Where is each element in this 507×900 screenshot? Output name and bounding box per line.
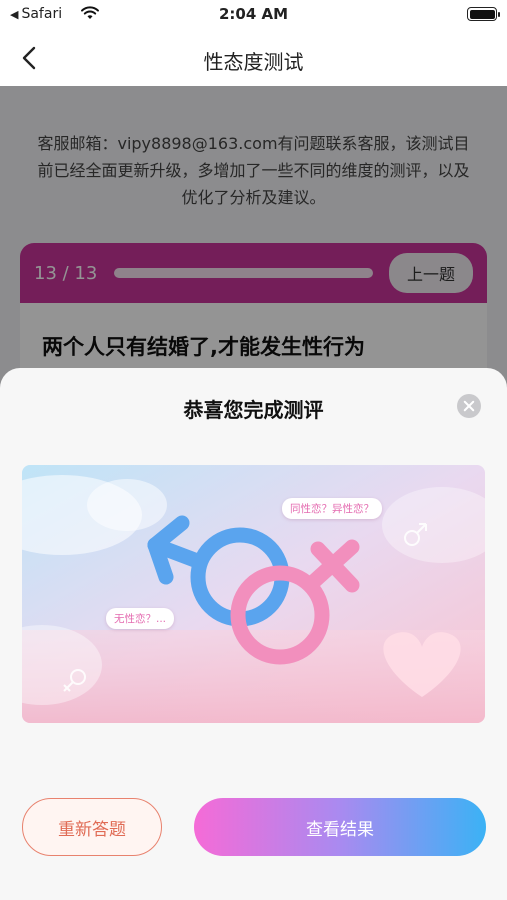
status-time: 2:04 AM bbox=[218, 5, 289, 23]
battery-icon bbox=[467, 7, 500, 21]
speech-bubble-asexual: 无性恋？... bbox=[106, 608, 175, 629]
gender-symbols-illustration: 同性恋？异性恋？ 无性恋？... bbox=[22, 465, 485, 723]
sheet-title: 恭喜您完成测评 bbox=[183, 398, 324, 422]
view-result-button[interactable]: 查看结果 bbox=[194, 798, 486, 856]
retake-test-button[interactable]: 重新答题 bbox=[22, 798, 162, 856]
status-bar: ◀ Safari 2:04 AM bbox=[0, 0, 507, 30]
nav-bar: 性态度测试 bbox=[0, 30, 507, 86]
illustration-art bbox=[22, 465, 485, 723]
completion-sheet: 恭喜您完成测评 同性恋？异性恋？ 无性恋？... 重新答题 查看结果 bbox=[0, 368, 507, 900]
close-icon[interactable] bbox=[457, 394, 481, 418]
speech-bubble-orientation: 同性恋？异性恋？ bbox=[282, 498, 382, 519]
page-title: 性态度测试 bbox=[203, 50, 304, 74]
